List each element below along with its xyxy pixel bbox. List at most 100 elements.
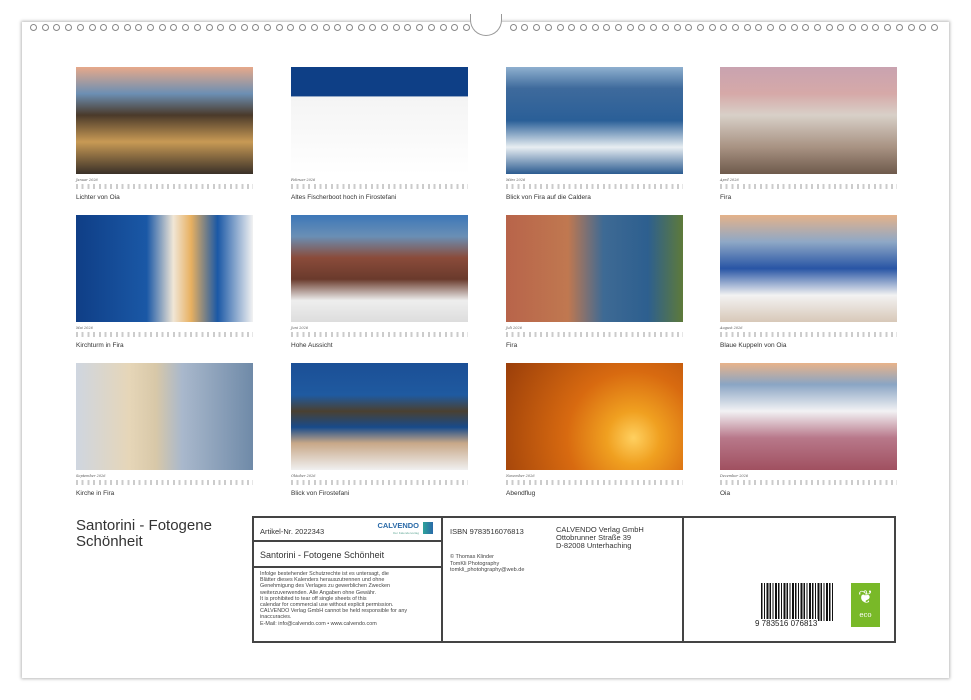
binding-hole xyxy=(311,24,318,31)
info-box-middle: ISBN 9783516076813 CALVENDO Verlag GmbHO… xyxy=(441,516,684,643)
day-grid xyxy=(506,332,683,337)
binding-hole xyxy=(287,24,294,31)
binding-hole xyxy=(135,24,142,31)
month-tile: März 2026 Blick von Fira auf die Caldera xyxy=(506,67,683,201)
month-label: Juli 2026 xyxy=(506,326,683,331)
binding-hole xyxy=(802,24,809,31)
binding-hole xyxy=(884,24,891,31)
binding-hole xyxy=(674,24,681,31)
binding-hole xyxy=(404,24,411,31)
day-grid xyxy=(291,480,468,485)
day-grid xyxy=(506,480,683,485)
binding-hole xyxy=(685,24,692,31)
binding-hole xyxy=(931,24,938,31)
binding-hole xyxy=(650,24,657,31)
month-photo xyxy=(76,363,253,470)
binding-hole xyxy=(217,24,224,31)
photo-caption: Fira xyxy=(506,342,683,349)
month-tile: August 2026Blaue Kuppeln von Oia xyxy=(720,215,897,349)
binding-hole xyxy=(334,24,341,31)
month-label: Dezember 2026 xyxy=(720,474,897,479)
day-grid xyxy=(720,332,897,337)
binding-hole xyxy=(826,24,833,31)
binding-hole xyxy=(767,24,774,31)
binding-hole xyxy=(638,24,645,31)
binding-hole xyxy=(545,24,552,31)
photo-caption: Kirche in Fira xyxy=(76,490,253,497)
binding-hole xyxy=(264,24,271,31)
month-tile: Februar 2026Altes Fischerboot hoch in Fi… xyxy=(291,67,468,201)
binding-hole xyxy=(837,24,844,31)
calvendo-tagline: Der Kalenderverlag xyxy=(393,531,419,535)
binding-hole xyxy=(89,24,96,31)
month-tile: Juni 2026Hohe Aussicht xyxy=(291,215,468,349)
month-photo xyxy=(291,67,468,174)
binding-hole xyxy=(182,24,189,31)
binding-hole xyxy=(615,24,622,31)
info-box-left: Artikel-Nr. 2022343 CALVENDO Der Kalende… xyxy=(252,516,443,643)
month-label: September 2026 xyxy=(76,474,253,479)
month-photo xyxy=(76,215,253,322)
day-grid xyxy=(76,332,253,337)
binding-hole xyxy=(521,24,528,31)
binding-hole xyxy=(77,24,84,31)
binding-hole xyxy=(112,24,119,31)
binding-hole xyxy=(908,24,915,31)
binding-hole xyxy=(697,24,704,31)
binding-hole xyxy=(592,24,599,31)
month-tile: Januar 2026Lichter von Oia xyxy=(76,67,253,201)
binding-hole xyxy=(416,24,423,31)
binding-hole xyxy=(791,24,798,31)
month-photo xyxy=(506,363,683,470)
barcode-digits: 9 783516 076813 xyxy=(754,619,818,628)
day-grid xyxy=(291,332,468,337)
text-line: D-82008 Unterhaching xyxy=(556,542,644,550)
calvendo-logo-icon xyxy=(423,522,433,534)
binding-hole xyxy=(744,24,751,31)
calvendo-logo: CALVENDO xyxy=(377,521,419,530)
author-credits: © Thomas KlinderTomKli Photographytomkli… xyxy=(450,554,524,574)
binding-hole xyxy=(381,24,388,31)
calendar-title: Santorini - Fotogene Schönheit xyxy=(76,518,246,550)
month-tile: April 2026Fira xyxy=(720,67,897,201)
month-label: November 2026 xyxy=(506,474,683,479)
month-label: März 2026 xyxy=(506,178,683,183)
eco-label: eco xyxy=(851,611,880,619)
binding-hole xyxy=(510,24,517,31)
month-label: Oktober 2026 xyxy=(291,474,468,479)
binding-hole xyxy=(346,24,353,31)
photo-caption: Blick von Fira auf die Caldera xyxy=(506,194,683,201)
publisher-address: CALVENDO Verlag GmbHOttobrunner Straße 3… xyxy=(556,526,644,550)
binding-hole xyxy=(709,24,716,31)
month-label: Januar 2026 xyxy=(76,178,253,183)
binding-hole xyxy=(627,24,634,31)
leaf-icon: ❦ xyxy=(851,583,880,611)
binding-hole xyxy=(428,24,435,31)
binding-hole xyxy=(124,24,131,31)
product-title: Santorini - Fotogene Schönheit xyxy=(260,550,384,560)
day-grid xyxy=(76,480,253,485)
day-grid xyxy=(76,184,253,189)
month-label: Mai 2026 xyxy=(76,326,253,331)
photo-caption: Oia xyxy=(720,490,897,497)
eco-badge: ❦ eco xyxy=(851,583,880,627)
binding-hole xyxy=(229,24,236,31)
month-photo xyxy=(720,67,897,174)
article-number: Artikel-Nr. 2022343 xyxy=(260,527,324,536)
photo-caption: Fira xyxy=(720,194,897,201)
month-tile: Dezember 2026 Oia xyxy=(720,363,897,497)
binding-hole xyxy=(241,24,248,31)
day-grid xyxy=(506,184,683,189)
binding-hole xyxy=(369,24,376,31)
binding-hole xyxy=(557,24,564,31)
info-box-right: 9 783516 076813 ❦ eco xyxy=(682,516,896,643)
binding-hole xyxy=(100,24,107,31)
binding-hole xyxy=(603,24,610,31)
binding-hole xyxy=(206,24,213,31)
binding-hole xyxy=(194,24,201,31)
binding-hole xyxy=(463,24,470,31)
binding-hole xyxy=(568,24,575,31)
month-photo xyxy=(506,215,683,322)
text-line: E-Mail: info@calvendo.com • www.calvendo… xyxy=(260,621,435,627)
binding-hole xyxy=(533,24,540,31)
